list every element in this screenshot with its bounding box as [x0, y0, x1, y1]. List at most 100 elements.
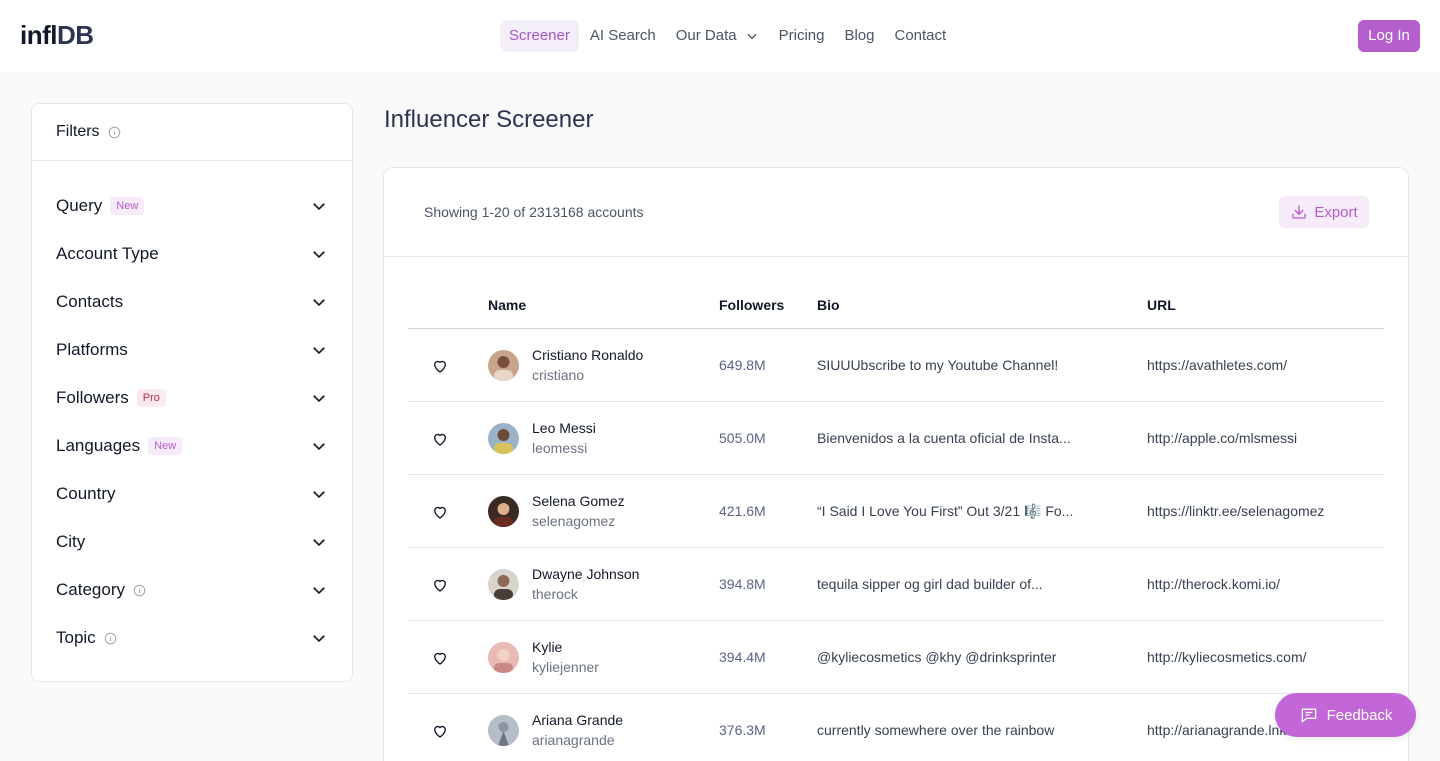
filters-header: Filters	[32, 104, 352, 161]
top-navbar: inflDB Screener AI Search Our Data Prici…	[0, 0, 1440, 72]
heart-icon[interactable]	[431, 722, 449, 740]
influencer-url[interactable]: http://apple.co/mlsmessi	[1147, 430, 1297, 446]
table-row[interactable]: Selena Gomez selenagomez 421.6M “I Said …	[408, 475, 1384, 548]
filter-label: Contacts	[56, 292, 124, 311]
influencer-handle: arianagrande	[532, 732, 615, 748]
nav-link-our-data[interactable]: Our Data	[667, 20, 768, 52]
follower-count: 421.6M	[719, 503, 766, 519]
chat-bubble-icon	[1301, 708, 1316, 723]
avatar	[488, 423, 519, 454]
feedback-label: Feedback	[1326, 706, 1393, 724]
influencer-name[interactable]: Cristiano Ronaldo	[532, 347, 643, 363]
chevron-down-icon	[313, 203, 325, 211]
influencer-handle: kyliejenner	[532, 659, 599, 675]
logo-text-infl: infl	[20, 20, 58, 50]
filter-platforms[interactable]: Platforms	[32, 326, 352, 374]
influencer-bio: currently somewhere over the rainbow	[817, 722, 1055, 738]
follower-count: 376.3M	[719, 722, 766, 738]
nav-link-blog[interactable]: Blog	[835, 20, 883, 52]
info-icon[interactable]	[133, 584, 146, 597]
filter-category[interactable]: Category	[32, 566, 352, 614]
chevron-down-icon	[747, 33, 757, 40]
chevron-down-icon	[313, 539, 325, 547]
nav-link-our-data-label: Our Data	[675, 27, 737, 44]
filter-label: Platforms	[56, 340, 128, 359]
column-name[interactable]: Name	[488, 297, 526, 313]
table-header: Name Followers Bio URL	[408, 278, 1384, 329]
export-button[interactable]: Export	[1279, 196, 1369, 228]
filter-label: Languages	[56, 436, 141, 455]
influencer-url[interactable]: https://linktr.ee/selenagomez	[1147, 503, 1324, 519]
filter-label: Followers	[56, 388, 129, 407]
filter-label: Topic	[56, 628, 96, 647]
avatar	[488, 642, 519, 673]
logo-text-db: DB	[57, 20, 94, 50]
filter-followers[interactable]: Followers Pro	[32, 374, 352, 422]
filter-country[interactable]: Country	[32, 470, 352, 518]
influencer-name[interactable]: Dwayne Johnson	[532, 566, 639, 582]
filters-panel: Filters Query New Account Type Contacts P…	[31, 103, 353, 682]
table-row[interactable]: Dwayne Johnson therock 394.8M tequila si…	[408, 548, 1384, 621]
download-icon	[1292, 205, 1306, 219]
heart-icon[interactable]	[431, 576, 449, 594]
table-row[interactable]: Leo Messi leomessi 505.0M Bienvenidos a …	[408, 402, 1384, 475]
table-row[interactable]: Ariana Grande arianagrande 376.3M curren…	[408, 694, 1384, 761]
filter-city[interactable]: City	[32, 518, 352, 566]
column-followers[interactable]: Followers	[719, 297, 784, 313]
filter-label: Account Type	[56, 244, 159, 263]
follower-count: 394.4M	[719, 649, 766, 665]
page-title: Influencer Screener	[384, 106, 594, 133]
chevron-down-icon	[313, 491, 325, 499]
avatar	[488, 350, 519, 381]
heart-icon[interactable]	[431, 430, 449, 448]
filters-title: Filters	[56, 123, 100, 140]
nav-link-contact[interactable]: Contact	[886, 20, 956, 52]
nav-link-screener[interactable]: Screener	[500, 20, 579, 52]
influencer-url[interactable]: http://therock.komi.io/	[1147, 576, 1280, 592]
info-icon[interactable]	[108, 126, 121, 139]
filter-query[interactable]: Query New	[32, 182, 352, 230]
filter-contacts[interactable]: Contacts	[32, 278, 352, 326]
info-icon[interactable]	[104, 632, 117, 645]
column-url: URL	[1147, 297, 1176, 313]
table-row[interactable]: Kylie kyliejenner 394.4M @kyliecosmetics…	[408, 621, 1384, 694]
influencer-handle: therock	[532, 586, 578, 602]
filter-label: Query	[56, 196, 103, 215]
influencer-bio: @kyliecosmetics @khy @drinksprinter	[817, 649, 1057, 665]
influencer-bio: tequila sipper og girl dad builder of...	[817, 576, 1043, 592]
filter-list: Query New Account Type Contacts Platforms…	[32, 161, 352, 662]
filter-topic[interactable]: Topic	[32, 614, 352, 662]
filter-account-type[interactable]: Account Type	[32, 230, 352, 278]
chevron-down-icon	[313, 299, 325, 307]
influencer-url[interactable]: http://kyliecosmetics.com/	[1147, 649, 1307, 665]
avatar	[488, 496, 519, 527]
influencer-table: Name Followers Bio URL Cristiano Ronaldo…	[408, 278, 1384, 761]
influencer-url[interactable]: https://avathletes.com/	[1147, 357, 1287, 373]
influencer-name[interactable]: Kylie	[532, 639, 562, 655]
influencer-name[interactable]: Ariana Grande	[532, 712, 623, 728]
influencer-name[interactable]: Leo Messi	[532, 420, 596, 436]
login-button[interactable]: Log In	[1358, 20, 1420, 52]
influencer-handle: leomessi	[532, 440, 588, 456]
table-row[interactable]: Cristiano Ronaldo cristiano 649.8M SIUUU…	[408, 329, 1384, 402]
chevron-down-icon	[313, 347, 325, 355]
influencer-handle: selenagomez	[532, 513, 616, 529]
follower-count: 649.8M	[719, 357, 766, 373]
influencer-name[interactable]: Selena Gomez	[532, 493, 625, 509]
heart-icon[interactable]	[431, 503, 449, 521]
feedback-button[interactable]: Feedback	[1275, 693, 1416, 737]
chevron-down-icon	[313, 395, 325, 403]
infldb-logo[interactable]: inflDB	[20, 20, 94, 51]
chevron-down-icon	[313, 251, 325, 259]
filter-languages[interactable]: Languages New	[32, 422, 352, 470]
pro-badge: Pro	[136, 389, 166, 407]
avatar	[488, 569, 519, 600]
influencer-bio: Bienvenidos a la cuenta oficial de Insta…	[817, 430, 1071, 446]
heart-icon[interactable]	[431, 649, 449, 667]
results-count: Showing 1-20 of 2313168 accounts	[424, 204, 644, 220]
new-badge: New	[148, 437, 183, 455]
nav-link-ai-search[interactable]: AI Search	[581, 20, 665, 52]
nav-link-pricing[interactable]: Pricing	[770, 20, 834, 52]
results-header: Showing 1-20 of 2313168 accounts Export	[384, 168, 1408, 257]
heart-icon[interactable]	[431, 357, 449, 375]
